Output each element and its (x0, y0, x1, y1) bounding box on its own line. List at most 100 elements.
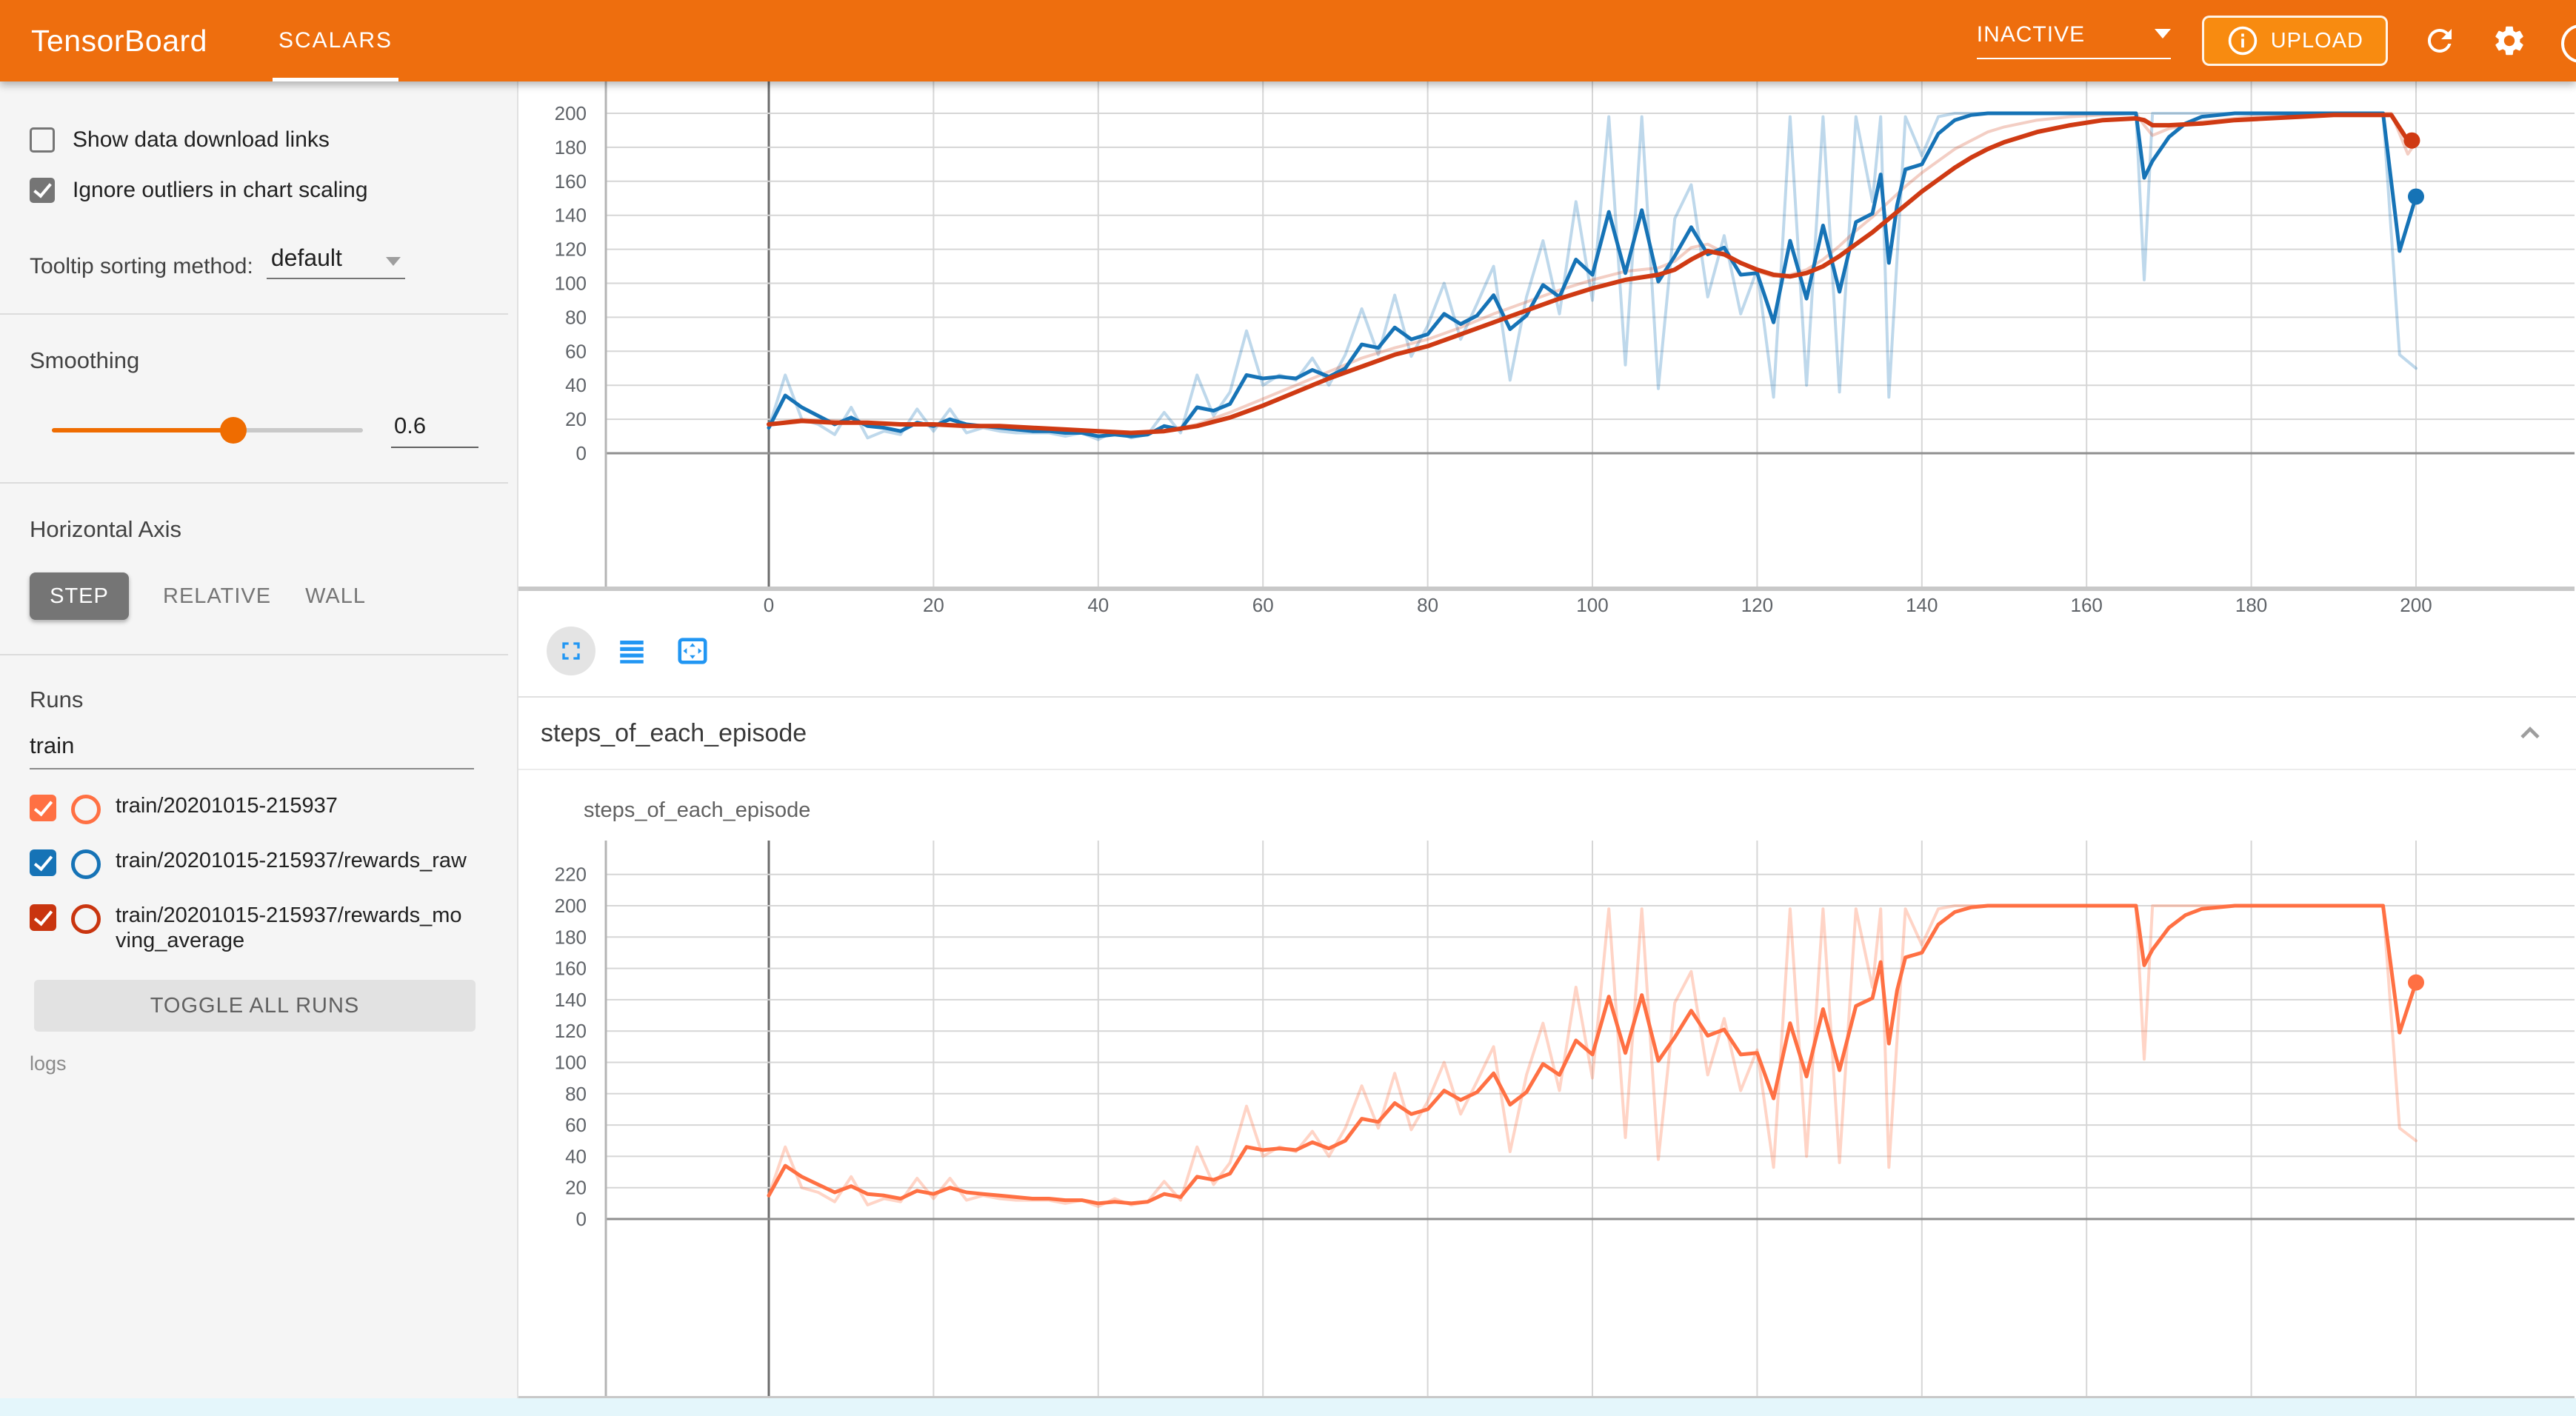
toggle-all-runs-button[interactable]: TOGGLE ALL RUNS (34, 980, 476, 1032)
info-icon (2226, 24, 2259, 57)
run-checkbox-icon[interactable] (30, 849, 56, 876)
y-tick-label: 140 (555, 204, 587, 227)
run-label: train/20201015-215937/rewards_raw (116, 848, 471, 873)
ignore-outliers-checkbox-row[interactable]: Ignore outliers in chart scaling (30, 178, 517, 203)
x-tick-label: 100 (1576, 594, 1608, 616)
y-tick-label: 140 (555, 989, 587, 1011)
settings-gear-icon[interactable] (2492, 23, 2527, 59)
y-tick-label: 0 (576, 1208, 587, 1230)
run-color-circle-icon (71, 795, 101, 824)
run-color-circle-icon (71, 849, 101, 879)
y-tick-label: 40 (565, 1145, 587, 1167)
help-icon-circle (2561, 24, 2576, 63)
y-tick-label: 160 (555, 958, 587, 980)
checkbox-label: Show data download links (73, 127, 330, 153)
y-tick-label: 0 (576, 442, 587, 464)
smoothing-slider-fill (52, 428, 233, 433)
y-tick-label: 160 (555, 170, 587, 193)
tooltip-sorting-row: Tooltip sorting method: default (30, 244, 517, 279)
smoothing-slider-row: 0.6 (30, 413, 517, 448)
x-tick-label: 40 (1087, 594, 1109, 616)
chart-card-title: steps_of_each_episode (584, 798, 810, 823)
runs-section-label: Runs (30, 687, 517, 713)
y-tick-label: 80 (565, 306, 587, 328)
checkbox-checked-icon[interactable] (30, 178, 55, 203)
series-end-marker (2403, 133, 2420, 149)
x-tick-label: 180 (2235, 594, 2267, 616)
run-row-rewards-moving-average[interactable]: train/20201015-215937/rewards_moving_ave… (30, 903, 517, 953)
main-content: 0204060801001201401601802000204060801001… (518, 81, 2576, 1416)
horizontal-axis-label: Horizontal Axis (30, 516, 517, 543)
y-tick-label: 180 (555, 926, 587, 948)
upload-button[interactable]: UPLOAD (2202, 16, 2388, 66)
y-tick-label: 220 (555, 864, 587, 886)
x-tick-label: 160 (2071, 594, 2103, 616)
tooltip-sorting-label: Tooltip sorting method: (30, 254, 253, 279)
x-tick-label: 80 (1417, 594, 1438, 616)
x-tick-label: 140 (1906, 594, 1938, 616)
checkbox-unchecked-icon[interactable] (30, 127, 55, 153)
rewards-chart[interactable]: 0 20 40 60 80 100 120 140 160 180 200 0 20 40 60 80 100 1… (518, 81, 2575, 626)
tooltip-sorting-select[interactable]: default (267, 244, 405, 279)
smoothing-slider[interactable] (52, 428, 363, 433)
chevron-up-icon[interactable] (2514, 717, 2546, 749)
smoothing-slider-thumb[interactable] (220, 417, 247, 444)
horizontal-axis-options: STEP RELATIVE WALL (30, 572, 517, 620)
x-tick-label: 120 (1741, 594, 1773, 616)
axis-option-relative[interactable]: RELATIVE (163, 572, 271, 620)
app-header: TensorBoard SCALARS INACTIVE UPLOAD (0, 0, 2576, 81)
fit-domain-button[interactable] (668, 627, 717, 675)
y-tick-label: 20 (565, 1177, 587, 1199)
run-row-rewards-raw[interactable]: train/20201015-215937/rewards_raw (30, 848, 517, 879)
refresh-icon[interactable] (2422, 23, 2457, 59)
steps-chart[interactable]: 020406080100120140160180200220 (518, 841, 2575, 1416)
section-title: steps_of_each_episode (541, 719, 807, 748)
chart-toolbar (547, 627, 717, 675)
y-tick-label: 80 (565, 1083, 587, 1105)
run-color-circle-icon (71, 904, 101, 934)
y-tick-label: 180 (555, 136, 587, 158)
run-row-rewards[interactable]: train/20201015-215937 (30, 793, 517, 824)
settings-sidebar: Show data download links Ignore outliers… (0, 81, 518, 1416)
x-tick-label: 60 (1252, 594, 1274, 616)
series-end-marker (2408, 975, 2424, 991)
run-checkbox-icon[interactable] (30, 904, 56, 931)
fit-to-data-icon (675, 634, 710, 668)
logs-label: logs (30, 1052, 517, 1075)
runs-filter-input[interactable]: train (30, 732, 474, 769)
x-tick-label: 200 (2400, 594, 2432, 616)
tab-scalars[interactable]: SCALARS (273, 0, 398, 81)
chevron-down-icon (2155, 29, 2171, 47)
x-tick-label: 20 (923, 594, 944, 616)
y-tick-label: 60 (565, 340, 587, 362)
axis-option-wall[interactable]: WALL (305, 572, 366, 620)
axis-option-step[interactable]: STEP (30, 572, 129, 620)
y-tick-label: 40 (565, 374, 587, 396)
sidebar-divider (0, 654, 508, 655)
y-tick-label: 120 (555, 1020, 587, 1042)
app-title: TensorBoard (31, 24, 207, 59)
expand-chart-button[interactable] (547, 627, 595, 675)
sidebar-divider (0, 313, 508, 315)
lines-icon (616, 635, 647, 667)
section-header-steps[interactable]: steps_of_each_episode (518, 698, 2576, 770)
bottom-highlight-strip (0, 1398, 2576, 1416)
y-tick-label: 100 (555, 273, 587, 295)
help-icon[interactable] (2557, 0, 2576, 81)
chevron-down-icon (386, 257, 401, 273)
run-label: train/20201015-215937 (116, 793, 471, 818)
run-checkbox-icon[interactable] (30, 795, 56, 821)
x-tick-label: 0 (764, 594, 774, 616)
log-scale-button[interactable] (607, 627, 656, 675)
y-tick-label: 120 (555, 238, 587, 261)
y-tick-label: 60 (565, 1114, 587, 1136)
show-download-links-checkbox-row[interactable]: Show data download links (30, 127, 517, 153)
status-dropdown[interactable]: INACTIVE (1977, 22, 2171, 59)
y-tick-label: 20 (565, 408, 587, 430)
smoothing-value-input[interactable]: 0.6 (391, 413, 478, 448)
fullscreen-icon (556, 636, 586, 666)
page-layout: Show data download links Ignore outliers… (0, 81, 2576, 1416)
upload-button-label: UPLOAD (2271, 29, 2363, 53)
series-end-marker (2408, 188, 2424, 204)
checkbox-label: Ignore outliers in chart scaling (73, 178, 368, 203)
